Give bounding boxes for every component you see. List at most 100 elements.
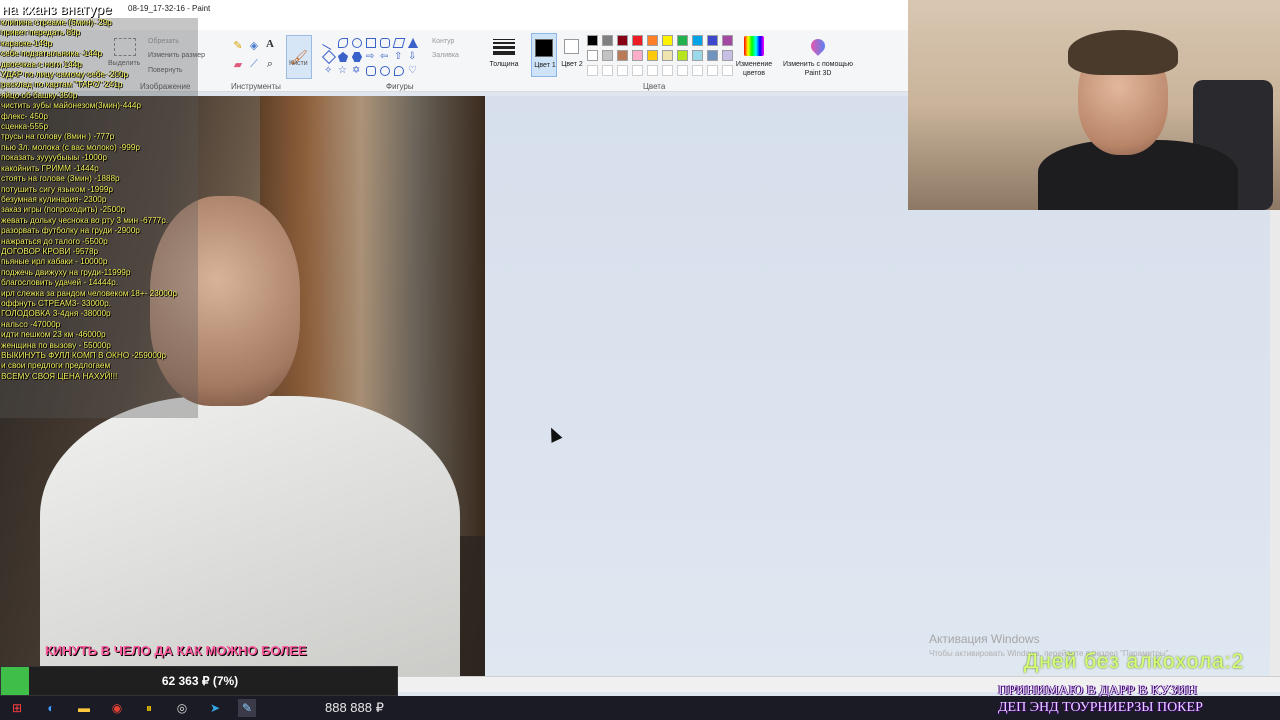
price-list-item: идти пешком 23 км -46000р [1,330,106,340]
edit-colors-icon[interactable] [744,36,764,56]
pencil-icon[interactable]: ✎ [232,39,244,52]
palette-swatch[interactable] [587,50,598,61]
palette-empty-swatch[interactable] [602,65,613,76]
telegram-icon[interactable]: ➤ [206,699,224,717]
palette-empty-swatch[interactable] [617,65,628,76]
price-list-item: безумная кулинария- 2300р [1,194,107,204]
palette-swatch[interactable] [722,35,733,46]
arrow-down-shape-icon[interactable]: ⇩ [408,52,418,62]
palette-swatch[interactable] [632,50,643,61]
palette-swatch[interactable] [647,35,658,46]
palette-swatch[interactable] [662,35,673,46]
palette-empty-swatch[interactable] [662,65,673,76]
price-list-item: ВЫКИНУТЬ ФУЛЛ КОМП В ОКНО -259000р [1,351,166,360]
thickness-icon[interactable] [492,38,516,56]
paint-taskbar-icon[interactable]: ✎ [238,699,256,717]
chrome-icon[interactable]: ◉ [108,699,126,717]
price-list-item: нальсо -47000р [1,319,61,329]
price-list-item: клипина стреаме (5мин)- 29р [1,18,112,27]
palette-swatch[interactable] [692,35,703,46]
donation-goal-amount: 62 363 ₽ (7%) [161,674,239,688]
brushes-button[interactable]: 🖌 [286,35,312,79]
palette-swatch[interactable] [662,50,673,61]
palette-swatch[interactable] [602,50,613,61]
palette-swatch[interactable] [677,50,688,61]
stream-app-icon[interactable]: ⏸ [140,699,158,717]
palette-swatch[interactable] [707,35,718,46]
color-picker-icon[interactable]: ⟋ [248,58,260,70]
palette-empty-swatch[interactable] [647,65,658,76]
arrow-left-shape-icon[interactable]: ⇦ [380,52,390,62]
star5-shape-icon[interactable]: ☆ [338,66,348,76]
fill-icon[interactable]: ◈ [248,39,260,52]
rectangle-shape-icon[interactable] [366,38,376,48]
polygon-shape-icon[interactable] [392,38,406,48]
hexagon-shape-icon[interactable] [352,52,362,62]
price-list-item: сценка-555р [1,122,49,132]
tools-group-label: Инструменты [231,82,281,91]
price-list-item: УДАР по лицу самому себе -200р [1,70,129,80]
price-list-item: благословить удачей - 14444р. [1,278,118,288]
triangle-shape-icon[interactable] [408,38,418,48]
text-icon[interactable]: A [264,38,276,50]
price-list-item: поджечь движуху на груди-11999р [1,267,131,277]
palette-swatch[interactable] [617,50,628,61]
obs-icon[interactable]: ◎ [173,699,191,717]
callout-oval-shape-icon[interactable] [380,66,390,76]
price-list-item: расклад по картам "ТАРО" 241р [1,80,123,90]
person-hair [1068,30,1178,75]
oval-shape-icon[interactable] [352,38,362,48]
price-list-item: себе подзатыльника -144р [1,49,102,59]
star4-shape-icon[interactable]: ✧ [324,66,334,76]
diamond-shape-icon[interactable] [321,49,337,65]
stream-title: на кханз внатуре [2,1,112,17]
fill-button[interactable]: Заливка [432,52,459,59]
brushes-label: Кисти [289,60,308,67]
palette-empty-swatch[interactable] [587,65,598,76]
heart-shape-icon[interactable]: ♡ [408,66,418,76]
window-title: 08-19_17-32-16 - Paint [128,4,211,13]
file-explorer-icon[interactable]: ▬ [75,699,93,717]
arrow-up-shape-icon[interactable]: ⇧ [394,52,404,62]
price-list-item: флекс- 450р [1,111,48,121]
palette-swatch[interactable] [647,50,658,61]
pentagon-shape-icon[interactable] [338,52,348,62]
star6-shape-icon[interactable]: ✡ [352,66,362,76]
palette-swatch[interactable] [602,35,613,46]
color1-swatch [535,39,553,57]
magnifier-icon[interactable]: ⌕ [264,58,276,70]
palette-swatch[interactable] [587,35,598,46]
windows-start-icon[interactable]: ⊞ [8,699,26,717]
palette-empty-swatch[interactable] [632,65,643,76]
palette-empty-swatch[interactable] [692,65,703,76]
paint3d-button[interactable] [808,36,828,56]
callout-cloud-shape-icon[interactable] [394,66,404,76]
price-list-item: показать зуууубыыы -1000р [1,153,107,163]
palette-swatch[interactable] [677,35,688,46]
curve-shape-icon[interactable] [338,38,348,48]
outline-button[interactable]: Контур [432,38,454,45]
price-list-item: какойнить ГРИММ -1444р [1,163,99,173]
palette-swatch[interactable] [707,50,718,61]
eraser-icon[interactable]: ▰ [232,58,244,71]
callout-rect-shape-icon[interactable] [366,66,376,76]
screen: 08-19_17-32-16 - Paint Выделить Обрезать… [0,0,1280,720]
price-list-item: ВСЕМУ СВОЯ ЦЕНА НАХУЙ!!! [1,371,118,381]
palette-empty-swatch[interactable] [677,65,688,76]
palette-swatch[interactable] [692,50,703,61]
line-shape-icon[interactable] [322,36,336,50]
palette-swatch[interactable] [632,35,643,46]
palette-empty-swatch[interactable] [707,65,718,76]
rounded-rect-shape-icon[interactable] [380,38,390,48]
color1-label: Цвет 1 [534,62,556,69]
palette-swatch[interactable] [617,35,628,46]
arrow-right-shape-icon[interactable]: ⇨ [366,52,376,62]
price-list-item: оффнуть СТРЕАМ3- 33000р. [1,298,111,308]
edge-icon[interactable]: ◐ [42,699,60,717]
price-list-item: ДОГОВОР КРОВИ -9578р [1,246,99,256]
person-shirt [40,396,460,676]
shapes-group-label: Фигуры [386,82,414,91]
color1-button[interactable]: Цвет 1 [531,33,557,77]
price-list-item: трусы на голову (8мин ) -777р [1,132,115,142]
color2-button[interactable]: Цвет 2 [560,33,584,77]
